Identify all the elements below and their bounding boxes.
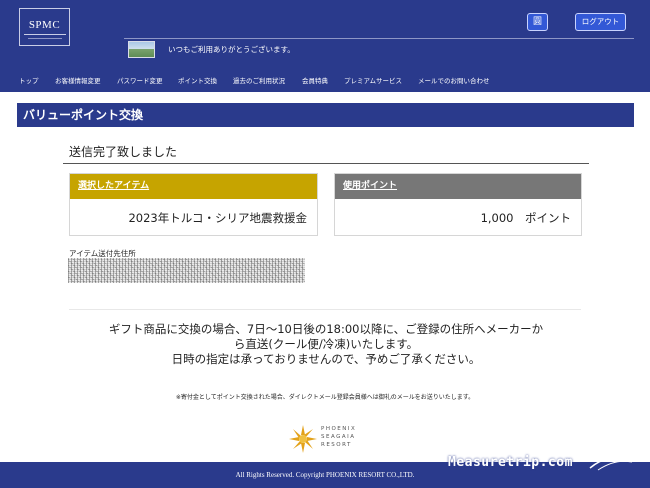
selected-item-value: 2023年トルコ・シリア地震救援金 [128, 211, 307, 225]
sun-logo-icon [289, 425, 317, 453]
divider [69, 309, 581, 310]
plane-swoosh-icon [589, 452, 637, 471]
sent-message: 送信完了致しました [69, 145, 178, 159]
redacted-address [68, 258, 305, 283]
brand-line: PHOENIX [321, 426, 357, 432]
logout-button[interactable]: ログアウト [575, 13, 626, 31]
spmc-logo[interactable]: SPMC [19, 8, 70, 46]
phoenix-seagaia-logo: PHOENIX SEAGAIA RESORT [287, 423, 367, 455]
header-divider [124, 38, 634, 39]
used-points-header: 使用ポイント [335, 174, 581, 199]
logo-rule [28, 38, 62, 39]
notice-line: ギフト商品に交換の場合、7日〜10日後の18:00以降に、ご登録の住所へメーカー… [108, 322, 544, 336]
used-points-value: 1,000 ポイント [480, 211, 571, 225]
nav-item-point-exchange[interactable]: ポイント交換 [178, 75, 217, 85]
selected-item-header: 選択したアイテム [70, 174, 317, 199]
logo-rule [24, 34, 66, 35]
page-title: バリューポイント交換 [17, 103, 634, 127]
brand-line: RESORT [321, 442, 352, 448]
delivery-notice: ギフト商品に交換の場合、7日〜10日後の18:00以降に、ご登録の住所へメーカー… [70, 322, 582, 367]
selected-item-card: 選択したアイテム 2023年トルコ・シリア地震救援金 [69, 173, 318, 236]
resort-thumbnail [128, 41, 155, 58]
nav-item-benefits[interactable]: 会員特典 [302, 75, 328, 85]
divider [63, 163, 589, 164]
greeting-text: いつもご利用ありがとうございます。 [168, 45, 295, 54]
site-header: SPMC いつもご利用ありがとうございます。 圓 ログアウト トップ お客様情報… [0, 0, 650, 92]
brand-text: PHOENIX SEAGAIA RESORT [321, 425, 356, 449]
bell-button[interactable]: 圓 [527, 13, 548, 31]
copyright: All Rights Reserved. Copyright PHOENIX R… [235, 471, 415, 479]
logo-text: SPMC [28, 19, 61, 31]
watermark: Measuretrip.com [448, 455, 573, 470]
notice-line: 日時の指定は承っておりませんので、予めご了承ください。 [171, 352, 481, 366]
nav-item-customer-info[interactable]: お客様情報変更 [55, 75, 101, 85]
nav-item-password[interactable]: パスワード変更 [117, 75, 163, 85]
nav-item-top[interactable]: トップ [19, 75, 39, 85]
nav-item-contact[interactable]: メールでのお問い合わせ [418, 75, 490, 85]
notice-line: ら直送(クール便/冷凍)いたします。 [233, 337, 419, 351]
nav-item-premium[interactable]: プレミアムサービス [344, 75, 402, 85]
brand-line: SEAGAIA [321, 434, 356, 440]
used-points-card: 使用ポイント 1,000 ポイント [334, 173, 582, 236]
nav-item-usage-history[interactable]: 過去のご利用状況 [233, 75, 285, 85]
main-nav: トップ お客様情報変更 パスワード変更 ポイント交換 過去のご利用状況 会員特典… [0, 75, 650, 85]
donation-note: ※寄付金としてポイント交換された場合、ダイレクトメール登録会員様へは御礼のメール… [175, 394, 475, 401]
